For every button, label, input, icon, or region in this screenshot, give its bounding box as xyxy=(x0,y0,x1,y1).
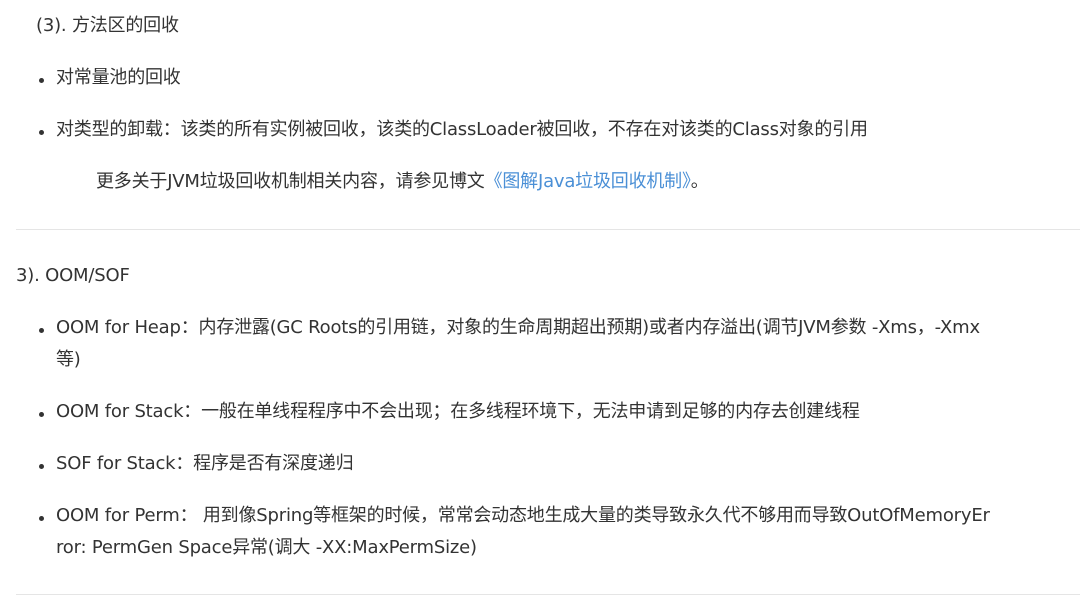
related-note-end: 。 xyxy=(690,171,709,192)
list-item: 对常量池的回收 xyxy=(56,67,181,88)
list-item: OOM for Heap：内存泄露(GC Roots的引用链，对象的生命周期超出… xyxy=(56,317,980,338)
blog-link[interactable]: 《图解Java垃圾回收机制》 xyxy=(485,171,691,192)
bullet-dot xyxy=(39,516,44,521)
bullet-dot xyxy=(39,328,44,333)
divider xyxy=(16,594,1080,595)
list-item-continuation: 等) xyxy=(56,349,81,370)
related-note-text: 更多关于JVM垃圾回收机制相关内容，请参见博文 xyxy=(96,171,485,192)
list-item: 对类型的卸载：该类的所有实例被回收，该类的ClassLoader被回收，不存在对… xyxy=(56,119,868,140)
divider xyxy=(16,229,1080,230)
list-item: OOM for Perm： 用到像Spring等框架的时候，常常会动态地生成大量… xyxy=(56,505,990,526)
section-heading-method-area: (3). 方法区的回收 xyxy=(36,15,179,36)
bullet-dot xyxy=(39,412,44,417)
list-item: OOM for Stack：一般在单线程程序中不会出现；在多线程环境下，无法申请… xyxy=(56,401,860,422)
bullet-dot xyxy=(39,78,44,83)
bullet-dot xyxy=(39,130,44,135)
section-heading-oom-sof: 3). OOM/SOF xyxy=(16,265,130,286)
list-item-continuation: ror: PermGen Space异常(调大 -XX:MaxPermSize) xyxy=(56,537,477,558)
bullet-dot xyxy=(39,464,44,469)
list-item: SOF for Stack：程序是否有深度递归 xyxy=(56,453,354,474)
related-note: 更多关于JVM垃圾回收机制相关内容，请参见博文《图解Java垃圾回收机制》。 xyxy=(96,170,709,194)
